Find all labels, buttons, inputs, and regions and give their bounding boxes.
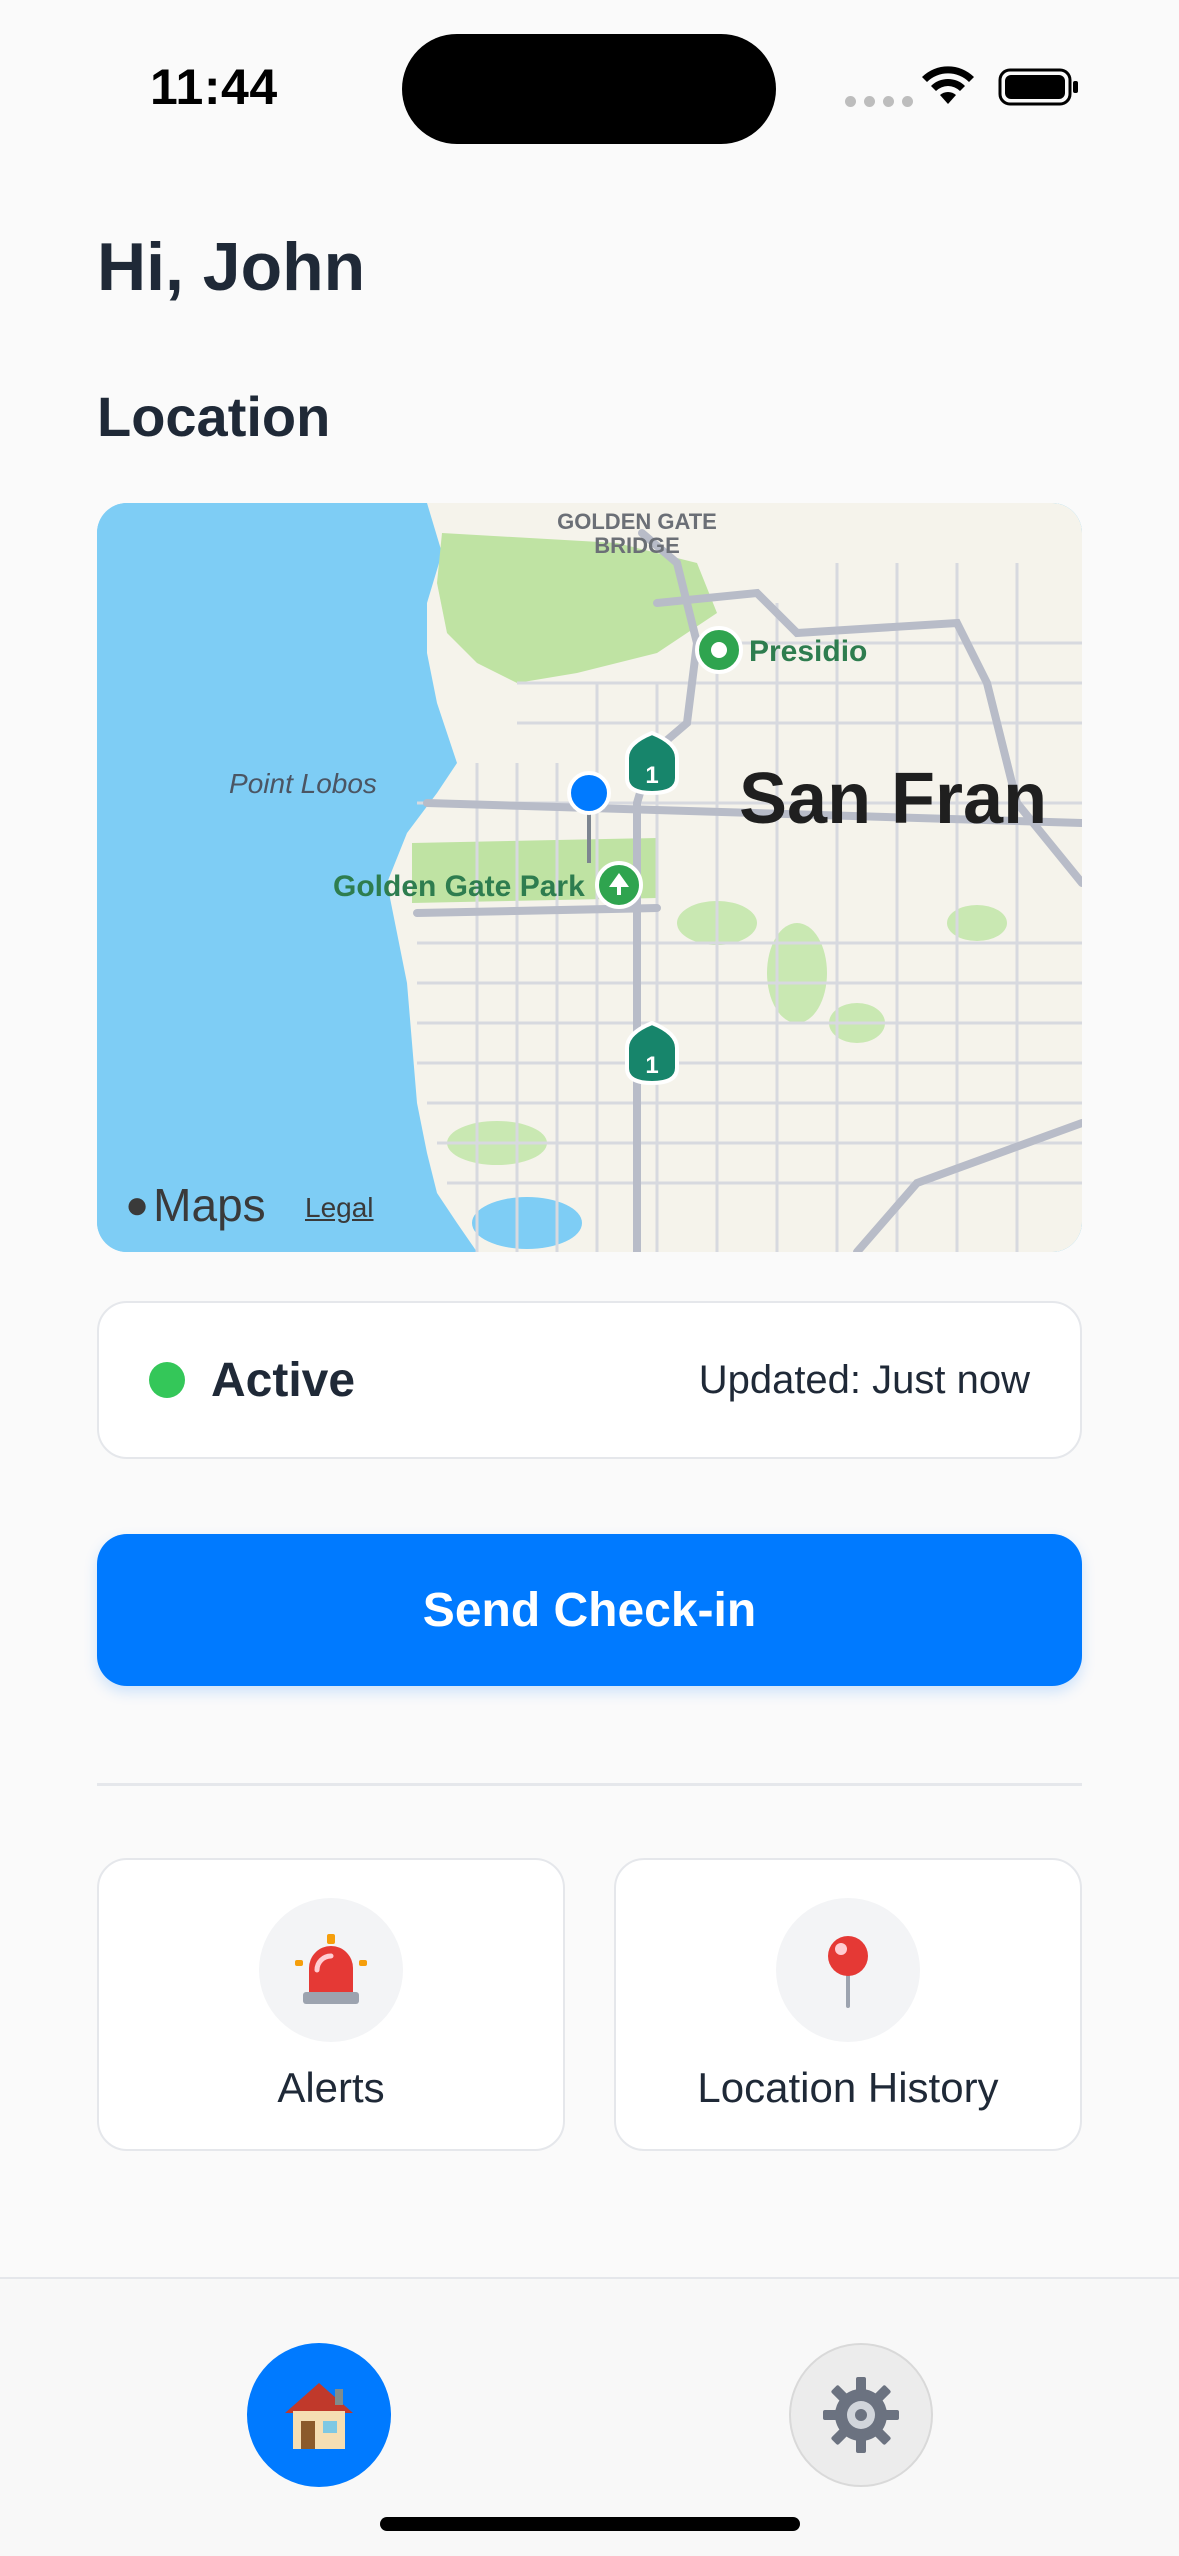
- alerts-tile[interactable]: Alerts: [97, 1858, 565, 2151]
- tab-home[interactable]: [247, 2343, 391, 2487]
- svg-text:1: 1: [645, 1052, 658, 1079]
- pushpin-icon: [776, 1898, 920, 2042]
- apple-maps-logo: ● Maps: [125, 1179, 266, 1231]
- dynamic-island: [402, 34, 776, 144]
- home-indicator: [380, 2517, 800, 2531]
- svg-text:San Fran: San Fran: [739, 759, 1047, 839]
- svg-text:GOLDEN GATE: GOLDEN GATE: [557, 509, 717, 534]
- section-divider: [97, 1783, 1082, 1786]
- location-history-tile-label: Location History: [697, 2064, 999, 2111]
- location-map[interactable]: 1 1 GOLDEN GATE BRIDGE Presidio Point Lo…: [97, 503, 1082, 1252]
- apple-icon: ●: [125, 1182, 150, 1227]
- greeting-heading: Hi, John: [97, 229, 366, 305]
- svg-text:1: 1: [645, 762, 658, 789]
- cellular-signal-icon: [845, 96, 913, 107]
- location-section-title: Location: [97, 385, 331, 448]
- map-legal-link[interactable]: Legal: [305, 1192, 374, 1224]
- status-updated-text: Updated: Just now: [698, 1357, 1030, 1402]
- location-history-tile[interactable]: Location History: [614, 1858, 1082, 2151]
- wifi-icon: [922, 66, 974, 104]
- svg-text:Presidio: Presidio: [749, 635, 867, 668]
- send-checkin-button[interactable]: Send Check-in: [97, 1534, 1082, 1686]
- battery-icon: [998, 68, 1078, 106]
- bottom-tab-bar: [0, 2277, 1179, 2556]
- alerts-tile-label: Alerts: [277, 2064, 385, 2111]
- home-screen: 11:44 Hi, John Location 1 1 GOLDEN GATE …: [0, 0, 1179, 2556]
- status-time: 11:44: [150, 59, 278, 115]
- siren-icon: [259, 1898, 403, 2042]
- svg-text:BRIDGE: BRIDGE: [594, 533, 680, 558]
- svg-text:Golden Gate Park: Golden Gate Park: [333, 870, 585, 903]
- status-indicator-dot: [149, 1362, 185, 1398]
- gear-icon: [823, 2377, 899, 2453]
- tracking-status-card: Active Updated: Just now: [97, 1301, 1082, 1459]
- tab-settings[interactable]: [789, 2343, 933, 2487]
- status-label: Active: [211, 1353, 356, 1407]
- svg-text:Point Lobos: Point Lobos: [229, 768, 377, 799]
- map-canvas: 1 1 GOLDEN GATE BRIDGE Presidio Point Lo…: [97, 503, 1082, 1252]
- house-icon: [285, 2383, 353, 2449]
